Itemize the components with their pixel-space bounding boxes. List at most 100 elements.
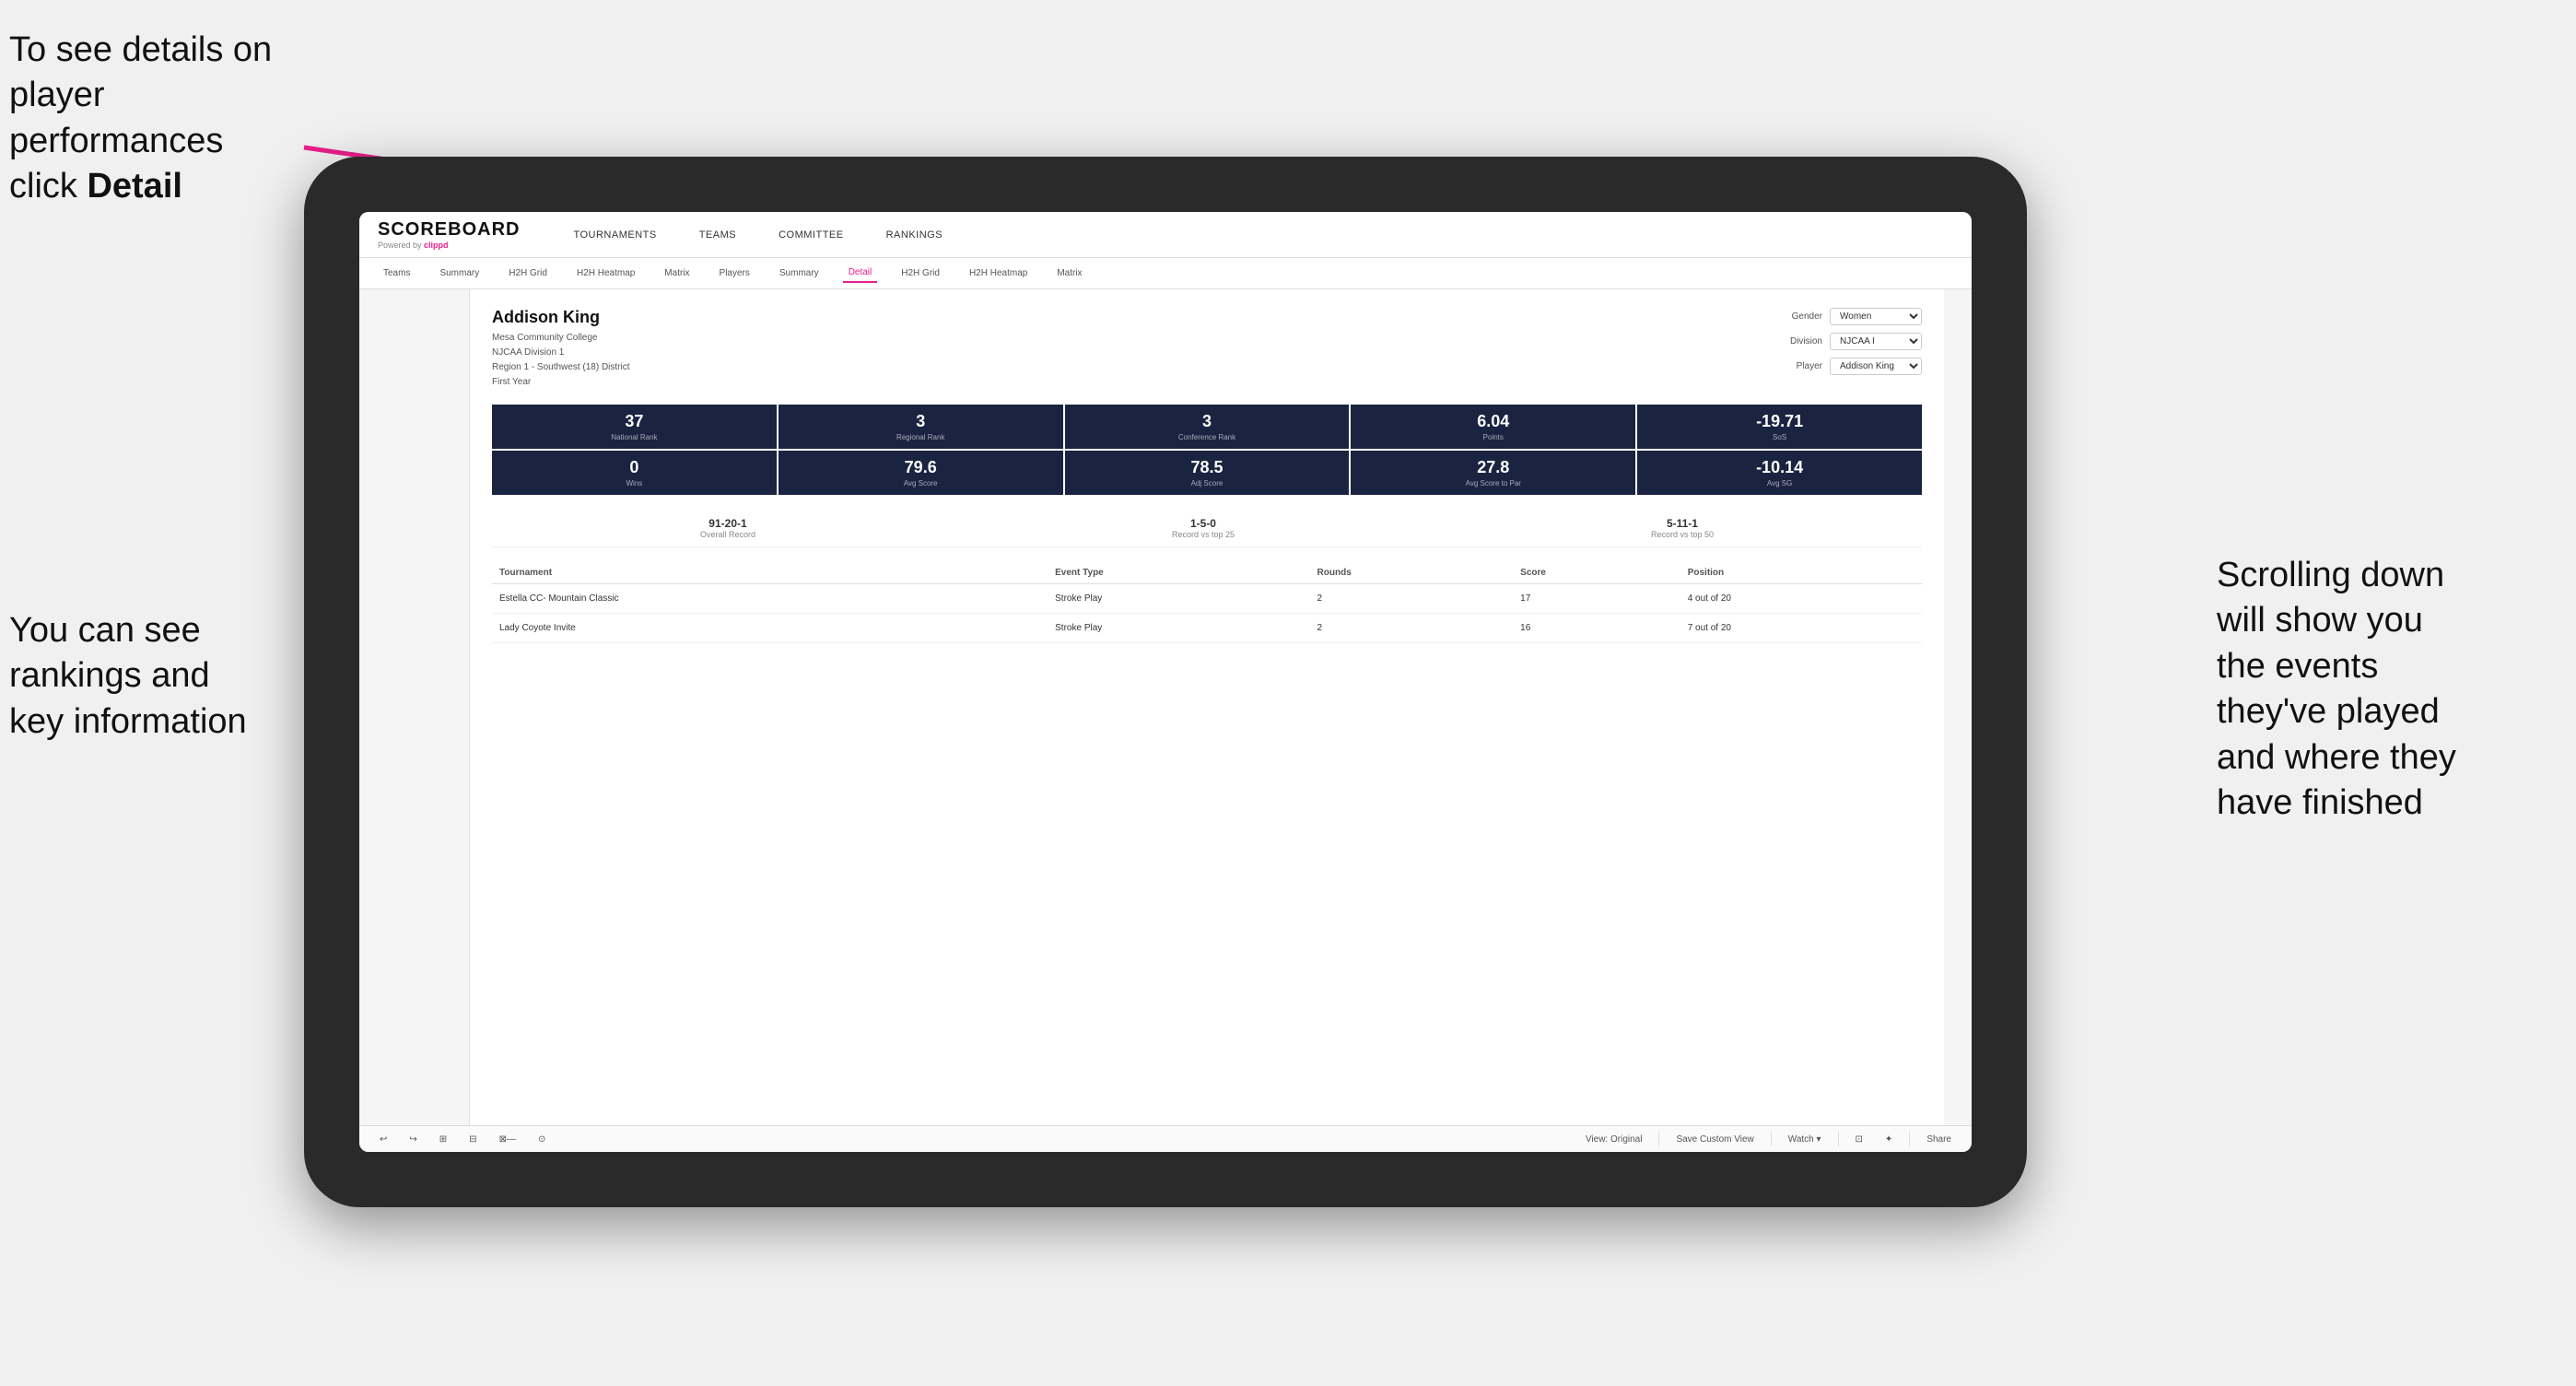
subnav-matrix2[interactable]: Matrix — [1051, 264, 1087, 282]
toolbar-save-custom-view[interactable]: Save Custom View — [1670, 1133, 1759, 1146]
filter-player-label: Player — [1797, 361, 1822, 371]
filter-row-division: Division NJCAA I — [1790, 333, 1922, 350]
player-info: Addison King Mesa Community College NJCA… — [492, 308, 630, 390]
cell-event-type-2: Stroke Play — [1048, 614, 1309, 643]
toolbar-watch[interactable]: Watch ▾ — [1783, 1133, 1827, 1146]
record-overall: 91-20-1 Overall Record — [700, 517, 755, 539]
col-score: Score — [1513, 562, 1680, 584]
tablet-screen: SCOREBOARD Powered by clippd TOURNAMENTS… — [359, 212, 1972, 1152]
col-position: Position — [1680, 562, 1922, 584]
annotation-bottomleft: You can see rankings and key information — [9, 608, 322, 745]
annotation-bl-line3: key information — [9, 702, 247, 741]
subnav-h2h-heatmap[interactable]: H2H Heatmap — [571, 264, 640, 282]
annotation-bl-line2: rankings and — [9, 656, 210, 695]
record-top25: 1-5-0 Record vs top 25 — [1172, 517, 1235, 539]
main-content: Addison King Mesa Community College NJCA… — [359, 289, 1972, 1125]
filter-player-select[interactable]: Addison King — [1830, 358, 1922, 375]
nav-rankings[interactable]: RANKINGS — [879, 226, 950, 244]
annotation-line1: To see details on — [9, 30, 272, 69]
subnav-h2h-grid[interactable]: H2H Grid — [503, 264, 553, 282]
filter-row-gender: Gender Women — [1792, 308, 1922, 325]
annotation-br-line6: have finished — [2217, 783, 2423, 822]
annotation-line3-pre: click — [9, 167, 87, 206]
col-event-type: Event Type — [1048, 562, 1309, 584]
detail-panel: Addison King Mesa Community College NJCA… — [470, 289, 1944, 1125]
stats-row1: 37 National Rank 3 Regional Rank 3 Confe… — [492, 405, 1922, 449]
cell-rounds-1: 2 — [1310, 584, 1514, 614]
sub-nav: Teams Summary H2H Grid H2H Heatmap Matri… — [359, 258, 1972, 289]
records-row: 91-20-1 Overall Record 1-5-0 Record vs t… — [492, 510, 1922, 547]
toolbar-star[interactable]: ✦ — [1879, 1133, 1898, 1146]
stat-adj-score: 78.5 Adj Score — [1065, 451, 1350, 495]
stats-row2: 0 Wins 79.6 Avg Score 78.5 Adj Score 27.… — [492, 451, 1922, 495]
toolbar-sep3 — [1838, 1132, 1839, 1146]
cell-position-2: 7 out of 20 — [1680, 614, 1922, 643]
annotation-bl-line1: You can see — [9, 611, 201, 650]
record-top50: 5-11-1 Record vs top 50 — [1651, 517, 1714, 539]
subnav-summary[interactable]: Summary — [434, 264, 485, 282]
cell-tournament-1: Estella CC- Mountain Classic — [492, 584, 1048, 614]
player-header: Addison King Mesa Community College NJCA… — [492, 308, 1922, 390]
subnav-h2h-grid2[interactable]: H2H Grid — [896, 264, 945, 282]
tablet-device: SCOREBOARD Powered by clippd TOURNAMENTS… — [304, 157, 2027, 1207]
nav-committee[interactable]: COMMITTEE — [771, 226, 851, 244]
filter-division-select[interactable]: NJCAA I — [1830, 333, 1922, 350]
cell-position-1: 4 out of 20 — [1680, 584, 1922, 614]
right-sidebar — [1944, 289, 1972, 1125]
toolbar-share[interactable]: Share — [1921, 1133, 1957, 1146]
col-rounds: Rounds — [1310, 562, 1514, 584]
subnav-summary2[interactable]: Summary — [774, 264, 825, 282]
nav-tournaments[interactable]: TOURNAMENTS — [566, 226, 663, 244]
stat-points: 6.04 Points — [1351, 405, 1635, 449]
logo-scoreboard: SCOREBOARD — [378, 219, 520, 241]
col-tournament: Tournament — [492, 562, 1048, 584]
table-row: Estella CC- Mountain Classic Stroke Play… — [492, 584, 1922, 614]
subnav-h2h-heatmap2[interactable]: H2H Heatmap — [964, 264, 1033, 282]
toolbar-screen[interactable]: ⊡ — [1850, 1133, 1868, 1146]
nav-teams[interactable]: TEAMS — [692, 226, 744, 244]
logo-powered: Powered by clippd — [378, 241, 520, 250]
toolbar-redo[interactable]: ↪ — [404, 1133, 422, 1146]
stat-conference-rank: 3 Conference Rank — [1065, 405, 1350, 449]
filter-division-label: Division — [1790, 336, 1822, 346]
player-year: First Year — [492, 377, 531, 387]
annotation-br-line1: Scrolling down — [2217, 556, 2444, 594]
annotation-br-line5: and where they — [2217, 738, 2456, 777]
annotation-topleft: To see details on player performances cl… — [9, 28, 304, 210]
filter-gender-label: Gender — [1792, 311, 1822, 322]
toolbar-undo[interactable]: ↩ — [374, 1133, 392, 1146]
subnav-players[interactable]: Players — [714, 264, 755, 282]
toolbar-btn5[interactable]: ⊠— — [494, 1133, 521, 1146]
cell-event-type-1: Stroke Play — [1048, 584, 1309, 614]
stat-avg-sg: -10.14 Avg SG — [1637, 451, 1922, 495]
annotation-br-line4: they've played — [2217, 692, 2440, 731]
cell-score-1: 17 — [1513, 584, 1680, 614]
subnav-teams[interactable]: Teams — [378, 264, 416, 282]
table-row: Lady Coyote Invite Stroke Play 2 16 7 ou… — [492, 614, 1922, 643]
player-filters: Gender Women Division NJCAA I — [1790, 308, 1922, 390]
toolbar-btn4[interactable]: ⊟ — [463, 1133, 482, 1146]
annotation-br-line3: the events — [2217, 647, 2378, 686]
toolbar-btn3[interactable]: ⊞ — [434, 1133, 452, 1146]
subnav-matrix[interactable]: Matrix — [659, 264, 695, 282]
filter-row-player: Player Addison King — [1797, 358, 1922, 375]
cell-score-2: 16 — [1513, 614, 1680, 643]
toolbar-sep2 — [1771, 1132, 1772, 1146]
stat-avg-score: 79.6 Avg Score — [779, 451, 1063, 495]
top-nav: SCOREBOARD Powered by clippd TOURNAMENTS… — [359, 212, 1972, 258]
annotation-line3-bold: Detail — [87, 167, 181, 206]
stat-regional-rank: 3 Regional Rank — [779, 405, 1063, 449]
toolbar-btn6[interactable]: ⊙ — [533, 1133, 551, 1146]
filter-gender-select[interactable]: Women — [1830, 308, 1922, 325]
toolbar-view-original[interactable]: View: Original — [1580, 1133, 1648, 1146]
subnav-detail[interactable]: Detail — [843, 264, 878, 283]
annotation-bottomright: Scrolling down will show you the events … — [2217, 553, 2567, 826]
cell-tournament-2: Lady Coyote Invite — [492, 614, 1048, 643]
left-sidebar — [359, 289, 470, 1125]
logo-area: SCOREBOARD Powered by clippd — [378, 219, 520, 250]
stat-avg-score-par: 27.8 Avg Score to Par — [1351, 451, 1635, 495]
annotation-line2: player performances — [9, 76, 223, 159]
player-region: Region 1 - Southwest (18) District — [492, 362, 630, 372]
toolbar-sep1 — [1658, 1132, 1659, 1146]
stat-national-rank: 37 National Rank — [492, 405, 777, 449]
